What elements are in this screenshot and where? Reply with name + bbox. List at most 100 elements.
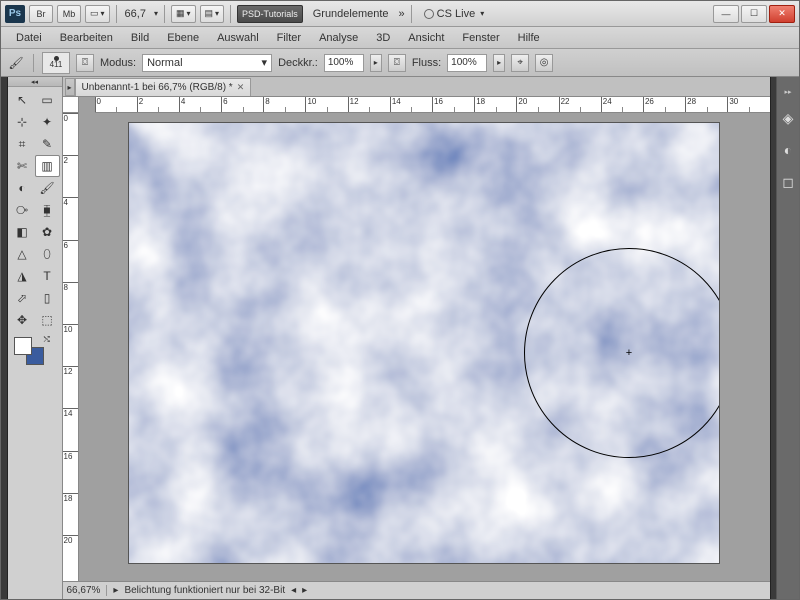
opacity-pressure-button[interactable]: ⌼ (388, 54, 406, 72)
arrange-button[interactable]: ▦▾ (171, 5, 196, 23)
airbrush-button[interactable]: ⌖ (511, 54, 529, 72)
stamp-tool[interactable]: ◐ (10, 177, 35, 199)
camera-tool[interactable]: ▯ (35, 287, 60, 309)
tab-scroll-button[interactable]: ▸ (65, 78, 75, 96)
blur-tool[interactable]: ◧ (10, 221, 35, 243)
ruler-horizontal[interactable]: 024681012141618202224262830 (95, 97, 770, 113)
mode-select[interactable]: Normal ▾ (142, 54, 272, 72)
wand-tool[interactable]: ✦ (35, 111, 60, 133)
document-tab[interactable]: Unbenannt-1 bei 66,7% (RGB/8) *✕ (75, 78, 252, 96)
opacity-label: Deckkr.: (278, 57, 318, 69)
mode-value: Normal (147, 57, 182, 69)
zoom-tool[interactable]: ⬚ (35, 309, 60, 331)
chevron-down-icon[interactable]: ▾ (154, 9, 158, 18)
flow-label: Fluss: (412, 57, 441, 69)
size-pressure-button[interactable]: ◎ (535, 54, 553, 72)
chevron-down-icon: ▾ (480, 9, 484, 18)
menu-analyse[interactable]: Analyse (310, 29, 367, 47)
move-tool[interactable]: ↖ (10, 89, 35, 111)
menu-ebene[interactable]: Ebene (158, 29, 208, 47)
history-brush-tool[interactable]: 🖌 (35, 177, 60, 199)
brush-panel-button[interactable]: ⌼ (76, 54, 94, 72)
status-nav-left-icon[interactable]: ◂ (291, 585, 296, 596)
minimize-button[interactable]: — (713, 5, 739, 23)
workspace-other-button[interactable]: Grundelemente (307, 8, 395, 20)
extras-button[interactable]: ▤▾ (200, 5, 225, 23)
panel-collapse-button[interactable]: ◂◂ (8, 77, 62, 87)
screenmode-button[interactable]: ▭▾ (85, 5, 110, 23)
ruler-vertical[interactable]: 02468101214161820 (63, 113, 79, 581)
gradient-tool[interactable]: ⧯ (35, 199, 60, 221)
status-message: Belichtung funktioniert nur bei 32-Bit (124, 585, 285, 596)
chevron-down-icon: ▾ (262, 56, 268, 69)
chevron-down-icon: ▾ (215, 9, 219, 18)
menu-3d[interactable]: 3D (367, 29, 399, 47)
foreground-color[interactable] (14, 337, 32, 355)
dock-collapse-button[interactable]: ▸▸ (777, 87, 799, 97)
crop-tool[interactable]: ⌗ (10, 133, 35, 155)
menu-bild[interactable]: Bild (122, 29, 158, 47)
status-nav-right-icon[interactable]: ▸ (302, 585, 307, 596)
eyedropper-tool[interactable]: ✎ (35, 133, 60, 155)
path-tool[interactable]: ◮ (10, 265, 35, 287)
menu-filter[interactable]: Filter (268, 29, 310, 47)
canvas-viewport[interactable] (79, 113, 770, 581)
zoom-value[interactable]: 66,7 (123, 8, 148, 20)
canvas[interactable] (129, 123, 719, 563)
tool-panel: ◂◂ ↖▭ ⊹✦ ⌗✎ ✄▥ ◐🖌 ⧂⧯ ◧✿ △⬯ ◮T ⬀▯ ✥⬚ ⤭ (8, 77, 63, 599)
lasso-tool[interactable]: ⊹ (10, 111, 35, 133)
menu-ansicht[interactable]: Ansicht (399, 29, 453, 47)
expand-icon[interactable]: » (399, 8, 405, 20)
opacity-arrow[interactable]: ▸ (370, 54, 382, 72)
minibridge-button[interactable]: Mb (57, 5, 81, 23)
heal-tool[interactable]: ✄ (10, 155, 35, 177)
right-dock: ▸▸ ◈ ◐ ◻ (776, 77, 799, 599)
status-zoom[interactable]: 66,67% (67, 585, 108, 596)
screen-icon: ▭ (90, 8, 99, 19)
close-tab-icon[interactable]: ✕ (237, 82, 245, 93)
adjust-panel-icon[interactable]: ◐ (777, 139, 799, 161)
opacity-input[interactable]: 100% (324, 54, 364, 72)
status-bar: 66,67% ▸ Belichtung funktioniert nur bei… (63, 581, 770, 599)
color-swatches: ⤭ (8, 333, 62, 371)
menu-bearbeiten[interactable]: Bearbeiten (51, 29, 122, 47)
tool-preset-button[interactable]: 🖌 (7, 54, 25, 72)
menu-datei[interactable]: Datei (7, 29, 51, 47)
separator (116, 5, 117, 23)
brush-tool[interactable]: ▥ (35, 155, 60, 177)
flow-arrow[interactable]: ▸ (493, 54, 505, 72)
chevron-down-icon: ▾ (101, 9, 105, 18)
pen-tool[interactable]: △ (10, 243, 35, 265)
mask-panel-icon[interactable]: ◻ (777, 171, 799, 193)
marquee-tool[interactable]: ▭ (35, 89, 60, 111)
menu-fenster[interactable]: Fenster (453, 29, 508, 47)
menu-auswahl[interactable]: Auswahl (208, 29, 268, 47)
shape-tool[interactable]: T (35, 265, 60, 287)
bridge-button[interactable]: Br (29, 5, 53, 23)
grid-icon: ▦ (176, 8, 185, 19)
workspace: ◂◂ ↖▭ ⊹✦ ⌗✎ ✄▥ ◐🖌 ⧂⧯ ◧✿ △⬯ ◮T ⬀▯ ✥⬚ ⤭ (1, 77, 799, 599)
cslive-button[interactable]: CS Live▾ (418, 8, 491, 20)
document-area: ▸ Unbenannt-1 bei 66,7% (RGB/8) *✕ 02468… (63, 77, 770, 599)
workspace-active-button[interactable]: PSD-Tutorials (237, 5, 303, 23)
close-button[interactable]: ✕ (769, 5, 795, 23)
hand-tool[interactable]: ✥ (10, 309, 35, 331)
3d-tool[interactable]: ⬀ (10, 287, 35, 309)
menu-hilfe[interactable]: Hilfe (509, 29, 549, 47)
brush-picker[interactable]: 411 (42, 52, 70, 74)
app-logo: Ps (5, 5, 25, 23)
app-window: Ps Br Mb ▭▾ 66,7▾ ▦▾ ▤▾ PSD-Tutorials Gr… (0, 0, 800, 600)
document-tabs: ▸ Unbenannt-1 bei 66,7% (RGB/8) *✕ (63, 77, 770, 97)
ruler-origin[interactable] (63, 97, 79, 113)
canvas-wrap: 02468101214161820 (63, 113, 770, 581)
chevron-down-icon: ▾ (186, 9, 190, 18)
status-arrow-icon[interactable]: ▸ (113, 585, 118, 596)
eraser-tool[interactable]: ⧂ (10, 199, 35, 221)
dodge-tool[interactable]: ✿ (35, 221, 60, 243)
flow-input[interactable]: 100% (447, 54, 487, 72)
maximize-button[interactable]: ☐ (741, 5, 767, 23)
swap-colors-icon[interactable]: ⤭ (44, 335, 56, 347)
type-tool[interactable]: ⬯ (35, 243, 60, 265)
layers-panel-icon[interactable]: ◈ (777, 107, 799, 129)
separator (411, 5, 412, 23)
